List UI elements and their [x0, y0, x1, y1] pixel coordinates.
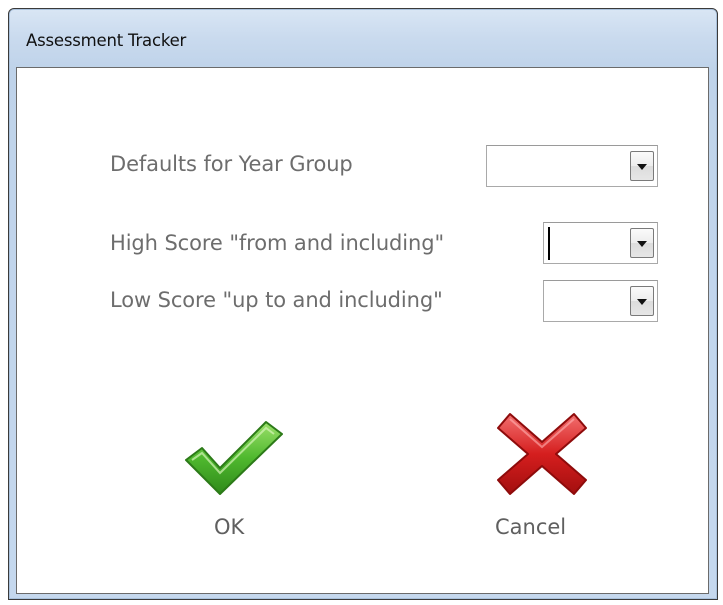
high-score-dropdown-button[interactable] [630, 228, 654, 258]
dialog-body: Defaults for Year Group High Score "from… [16, 67, 709, 594]
chevron-down-icon [637, 164, 647, 170]
ok-button[interactable]: OK [182, 416, 292, 556]
dialog-window: Assessment Tracker Defaults for Year Gro… [8, 8, 718, 600]
chevron-down-icon [637, 299, 647, 305]
checkmark-icon [185, 421, 283, 495]
window-title: Assessment Tracker [26, 31, 187, 50]
chevron-down-icon [637, 241, 647, 247]
low-score-dropdown-button[interactable] [630, 286, 654, 316]
text-cursor [548, 227, 550, 260]
low-score-label: Low Score "up to and including" [110, 288, 443, 312]
cancel-label: Cancel [495, 515, 567, 539]
year-group-dropdown-button[interactable] [630, 151, 654, 181]
ok-label: OK [214, 515, 245, 539]
year-group-label: Defaults for Year Group [110, 152, 353, 176]
cancel-button[interactable]: Cancel [482, 408, 602, 556]
low-score-combobox[interactable] [543, 280, 658, 322]
high-score-label: High Score "from and including" [110, 231, 445, 255]
title-bar[interactable]: Assessment Tracker [9, 9, 717, 67]
year-group-combobox[interactable] [486, 145, 658, 187]
high-score-combobox[interactable] [543, 222, 658, 264]
cross-icon [497, 413, 587, 495]
